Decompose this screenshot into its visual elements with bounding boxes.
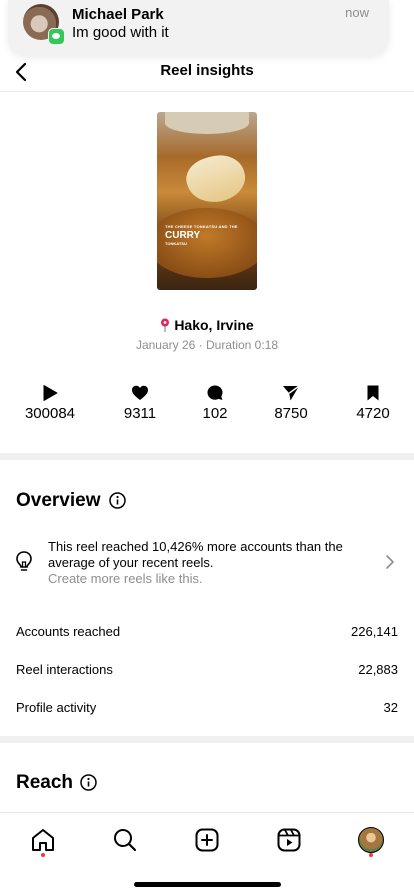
reel-caption-top: THE CHEESE TONKATSU AND THE [165, 224, 238, 229]
chevron-right-icon [386, 555, 394, 569]
performance-insight[interactable]: This reel reached 10,426% more accounts … [0, 532, 414, 592]
section-divider [0, 453, 414, 460]
notification-time: now [345, 5, 369, 20]
heart-icon [132, 385, 148, 400]
nav-reels[interactable] [274, 825, 304, 855]
overview-title: Overview [16, 490, 101, 511]
messages-app-icon [48, 28, 65, 45]
notification-message: Im good with it [72, 24, 169, 41]
reel-caption-sub: TONKATSU [165, 241, 187, 246]
likes-count: 9311 [123, 405, 157, 422]
shares-stat: 8750 [251, 384, 331, 422]
page-title: Reel insights [160, 62, 254, 79]
metric-label: Profile activity [16, 700, 97, 715]
metric-value: 32 [383, 700, 398, 715]
likes-stat: 9311 [100, 384, 180, 422]
profile-avatar [358, 827, 384, 853]
top-bar: Reel insights [0, 56, 414, 92]
shares-count: 8750 [274, 405, 308, 422]
reach-title: Reach [16, 772, 74, 793]
share-icon [283, 385, 300, 401]
accounts-reached-row[interactable]: Accounts reached 226,141 [0, 614, 414, 650]
reel-interactions-row[interactable]: Reel interactions 22,883 [0, 652, 414, 688]
reach-info-icon[interactable] [80, 774, 97, 791]
plays-stat: 300084 [10, 384, 90, 422]
plays-count: 300084 [24, 405, 76, 422]
nav-create[interactable] [192, 825, 222, 855]
location-name: Hako, Irvine [174, 317, 254, 333]
metric-label: Reel interactions [16, 662, 113, 677]
home-icon [32, 829, 54, 851]
home-notification-dot [41, 853, 45, 857]
play-icon [43, 385, 58, 401]
nav-profile[interactable] [356, 825, 386, 855]
metric-value: 22,883 [358, 662, 398, 677]
reel-location[interactable]: Hako, Irvine [0, 317, 414, 333]
nav-home[interactable] [28, 825, 58, 855]
comments-stat: 102 [175, 384, 255, 422]
metric-value: 226,141 [351, 624, 398, 639]
notification-sender: Michael Park [72, 6, 164, 23]
message-notification[interactable]: Michael Park Im good with it now [8, 0, 389, 56]
lightbulb-icon [16, 551, 32, 571]
insight-subtext: Create more reels like this. [48, 571, 203, 586]
comment-icon [207, 385, 223, 400]
reel-date-duration: January 26 · Duration 0:18 [135, 338, 279, 352]
search-icon [114, 829, 137, 852]
overview-info-icon[interactable] [109, 492, 126, 509]
reel-caption-main: CURRY [165, 230, 201, 241]
saves-count: 4720 [356, 405, 390, 422]
bookmark-icon [367, 385, 379, 401]
reels-icon [277, 828, 301, 852]
section-divider [0, 736, 414, 743]
comments-count: 102 [202, 405, 228, 422]
create-icon [195, 828, 219, 852]
nav-search[interactable] [110, 825, 140, 855]
cutlet-shape [181, 148, 251, 210]
reel-thumbnail[interactable]: THE CHEESE TONKATSU AND THE CURRY TONKAT… [157, 112, 257, 290]
saves-stat: 4720 [333, 384, 413, 422]
insight-text: This reel reached 10,426% more accounts … [48, 539, 343, 570]
location-pin-icon [161, 318, 170, 332]
profile-notification-dot [369, 853, 373, 857]
metric-label: Accounts reached [16, 624, 121, 639]
profile-activity-row[interactable]: Profile activity 32 [0, 690, 414, 726]
bowl-shape [165, 112, 249, 134]
home-indicator[interactable] [134, 882, 281, 887]
